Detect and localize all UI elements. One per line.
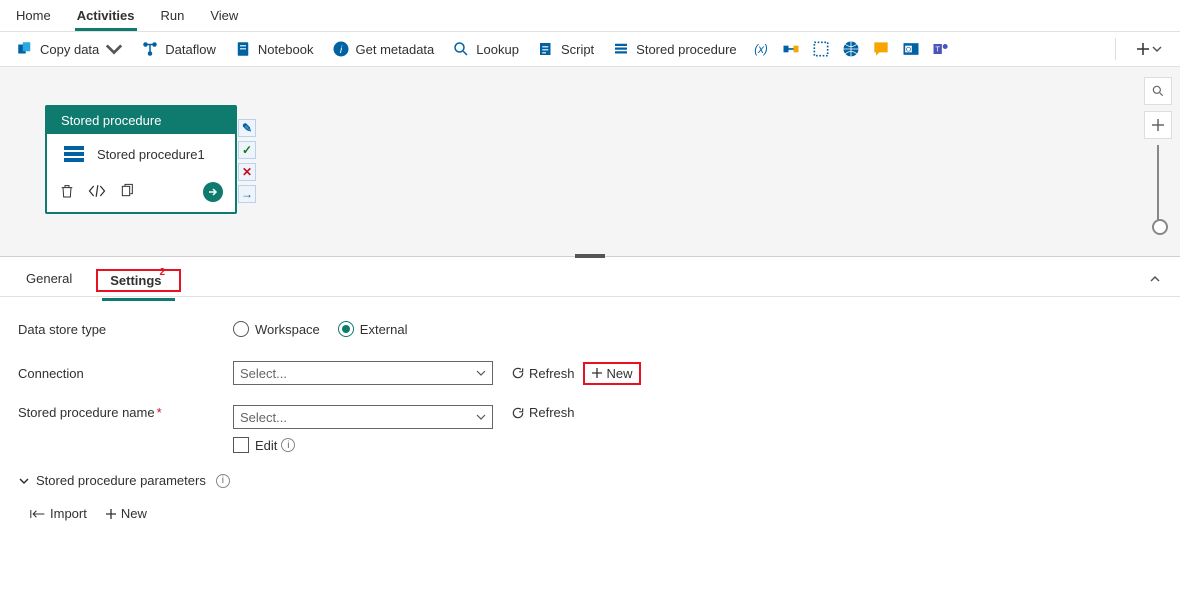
get-metadata-button[interactable]: i Get metadata — [328, 38, 439, 60]
clone-activity-button[interactable] — [119, 183, 135, 202]
chevron-down-icon — [476, 412, 486, 422]
canvas-search-button[interactable] — [1144, 77, 1172, 105]
dataflow-icon — [141, 40, 159, 58]
badge-success[interactable]: ✓ — [238, 141, 256, 159]
settings-badge: 2 — [160, 267, 166, 278]
badge-next[interactable]: → — [238, 185, 256, 203]
plus-icon — [105, 508, 117, 520]
edit-label: Edit — [255, 438, 277, 453]
chevron-down-icon — [1152, 44, 1162, 54]
plus-icon — [591, 367, 603, 379]
sp-name-select[interactable]: Select... — [233, 405, 493, 429]
teams-icon[interactable]: T — [931, 39, 951, 59]
chat-icon[interactable] — [871, 39, 891, 59]
svg-text:T: T — [935, 45, 940, 54]
variable-icon[interactable]: (x) — [751, 39, 771, 59]
svg-text:O: O — [906, 47, 911, 54]
pipeline-icon[interactable] — [781, 39, 801, 59]
label-datastoretype: Data store type — [18, 322, 233, 337]
delete-activity-button[interactable] — [59, 183, 75, 202]
copy-data-icon — [16, 40, 34, 58]
activity-title: Stored procedure — [47, 107, 235, 134]
outlook-icon[interactable]: O — [901, 39, 921, 59]
edit-checkbox[interactable] — [233, 437, 249, 453]
refresh-icon — [511, 366, 525, 380]
svg-text:(x): (x) — [754, 43, 768, 56]
lookup-label: Lookup — [476, 42, 519, 57]
stored-procedure-button[interactable]: Stored procedure — [608, 38, 740, 60]
connection-placeholder: Select... — [240, 366, 287, 381]
notebook-button[interactable]: Notebook — [230, 38, 318, 60]
radio-external[interactable]: External — [338, 321, 408, 337]
radio-workspace[interactable]: Workspace — [233, 321, 320, 337]
activity-name: Stored procedure1 — [97, 147, 205, 162]
refresh-icon — [511, 406, 525, 420]
badge-edit[interactable]: ✎ — [238, 119, 256, 137]
connection-select[interactable]: Select... — [233, 361, 493, 385]
new-param-button[interactable]: New — [105, 506, 147, 521]
script-icon — [537, 40, 555, 58]
code-activity-button[interactable] — [87, 184, 107, 201]
tab-home[interactable]: Home — [14, 6, 53, 31]
pipeline-canvas[interactable]: Stored procedure Stored procedure1 ✎ ✓ ✕… — [0, 67, 1180, 257]
sp-params-info-icon[interactable]: i — [216, 474, 230, 488]
dataflow-button[interactable]: Dataflow — [137, 38, 220, 60]
chevron-down-icon — [18, 475, 30, 487]
label-sp-name: Stored procedure name* — [18, 405, 233, 420]
sp-params-label: Stored procedure parameters — [36, 473, 206, 488]
paneltab-settings[interactable]: Settings2 — [102, 267, 175, 301]
plus-icon — [1136, 42, 1150, 56]
paneltab-general[interactable]: General — [18, 265, 80, 296]
run-activity-button[interactable] — [203, 182, 223, 202]
notebook-icon — [234, 40, 252, 58]
edit-info-icon[interactable]: i — [281, 438, 295, 452]
tab-view[interactable]: View — [208, 6, 240, 31]
stored-procedure-icon — [612, 40, 630, 58]
import-button[interactable]: Import — [30, 506, 87, 521]
badge-fail[interactable]: ✕ — [238, 163, 256, 181]
web-icon[interactable] — [841, 39, 861, 59]
copy-data-button[interactable]: Copy data — [12, 38, 127, 60]
connection-new-button[interactable]: New — [583, 362, 641, 385]
notebook-label: Notebook — [258, 42, 314, 57]
sp-refresh-button[interactable]: Refresh — [511, 405, 575, 420]
chevron-down-icon — [476, 368, 486, 378]
import-icon — [30, 508, 46, 520]
paneltab-settings-label: Settings — [110, 273, 161, 288]
stored-procedure-label: Stored procedure — [636, 42, 736, 57]
panel-resize-handle[interactable] — [575, 254, 605, 258]
script-button[interactable]: Script — [533, 38, 598, 60]
dataflow-label: Dataflow — [165, 42, 216, 57]
activity-stored-procedure[interactable]: Stored procedure Stored procedure1 — [45, 105, 237, 214]
container-icon[interactable] — [811, 39, 831, 59]
zoom-slider[interactable] — [1157, 145, 1159, 229]
chevron-down-icon — [105, 40, 123, 58]
label-connection: Connection — [18, 366, 233, 381]
copy-data-label: Copy data — [40, 42, 99, 57]
sp-name-placeholder: Select... — [240, 410, 287, 425]
info-icon: i — [332, 40, 350, 58]
canvas-zoom-in-button[interactable] — [1144, 111, 1172, 139]
lookup-button[interactable]: Lookup — [448, 38, 523, 60]
search-icon — [452, 40, 470, 58]
script-label: Script — [561, 42, 594, 57]
sp-params-toggle[interactable]: Stored procedure parameters i — [18, 473, 1162, 488]
tab-activities[interactable]: Activities — [75, 6, 137, 31]
add-activity-button[interactable] — [1130, 42, 1168, 56]
panel-collapse-button[interactable] — [1148, 272, 1162, 289]
get-metadata-label: Get metadata — [356, 42, 435, 57]
connection-refresh-button[interactable]: Refresh — [511, 366, 575, 381]
toolbar-divider — [1115, 38, 1116, 60]
tab-run[interactable]: Run — [159, 6, 187, 31]
stored-procedure-icon — [61, 144, 87, 164]
